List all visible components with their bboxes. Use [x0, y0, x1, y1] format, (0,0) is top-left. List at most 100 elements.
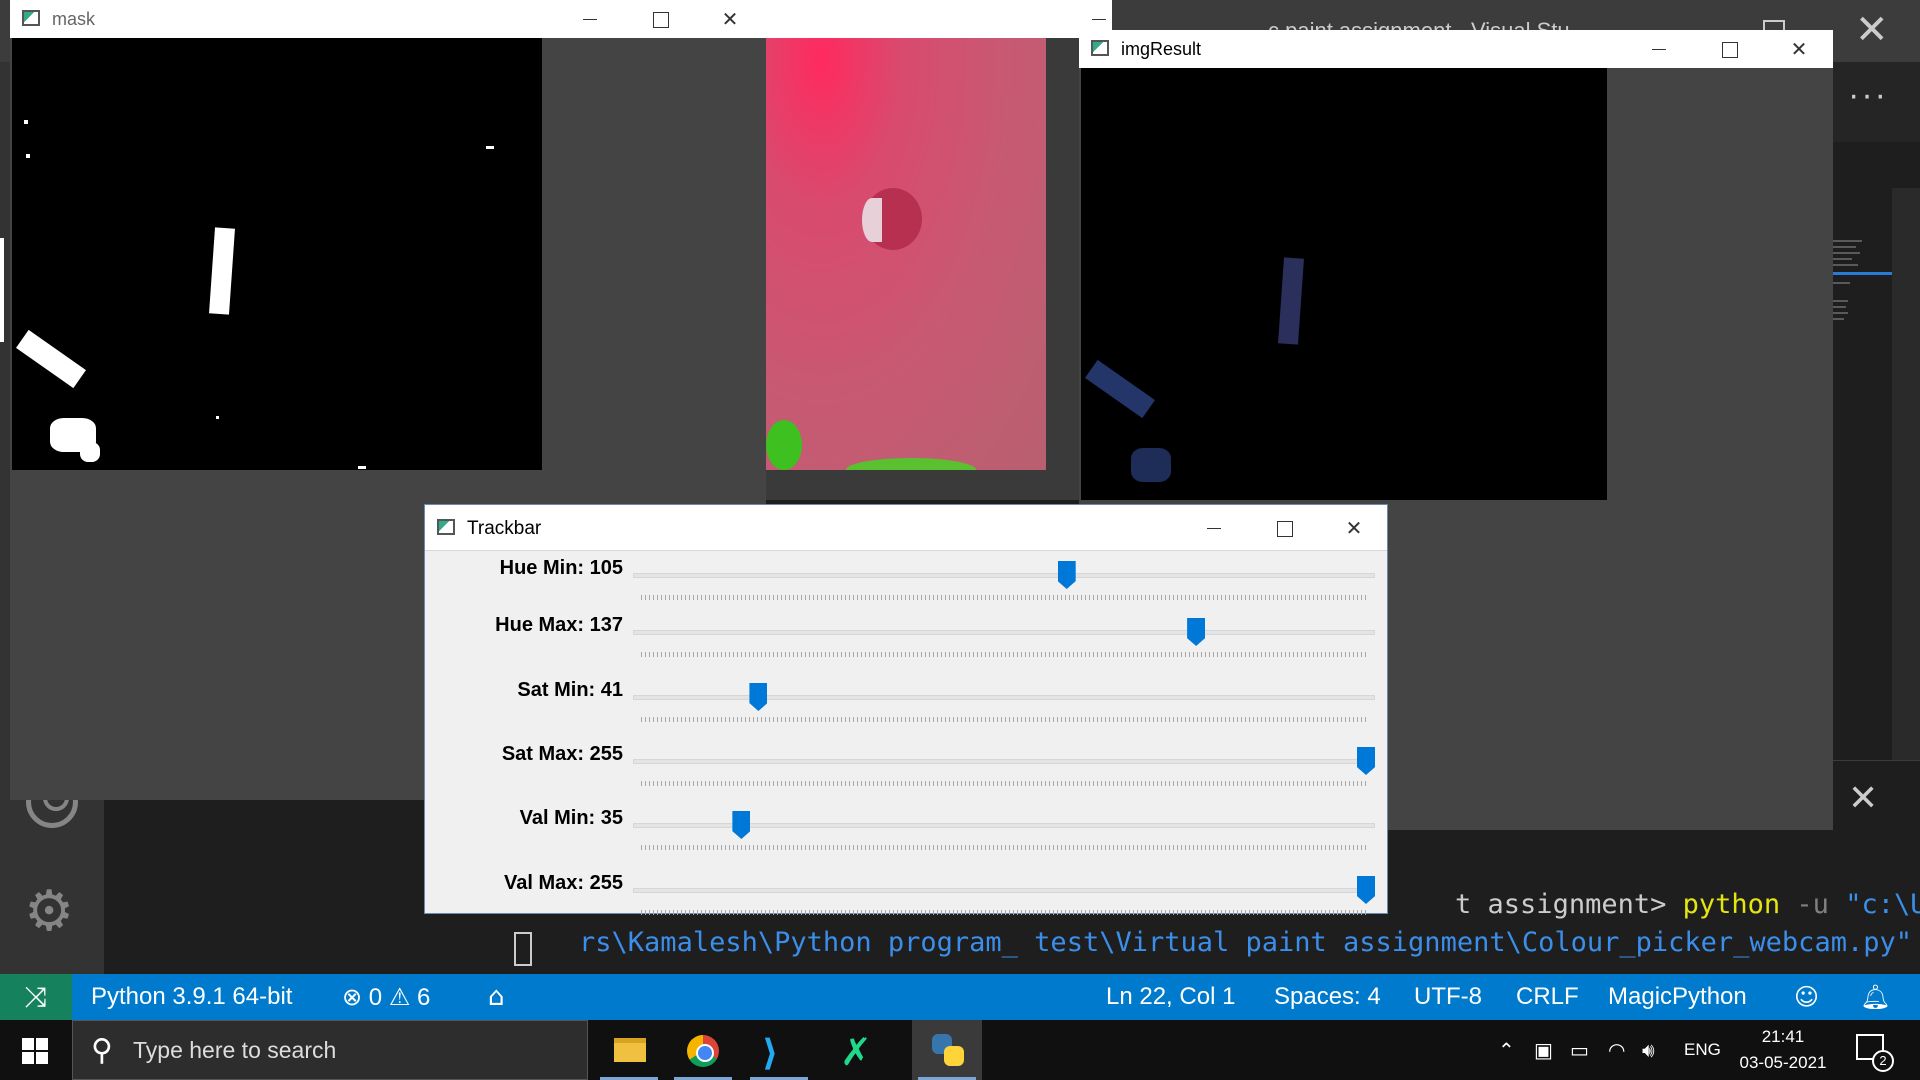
search-icon: ⚲	[91, 1033, 113, 1068]
clock[interactable]: 21:41 03-05-2021	[1728, 1024, 1838, 1076]
trackbar-thumb[interactable]	[749, 683, 768, 711]
close-icon[interactable]: ✕	[715, 4, 745, 34]
trackbar-ticks	[641, 595, 1367, 600]
status-bar: ⤨ Python 3.9.1 64-bit ⊗ 0 ⚠ 6 ⌂ Ln 22, C…	[0, 974, 1920, 1020]
camera-window[interactable]	[766, 0, 1112, 500]
trackbar-ticks	[641, 845, 1367, 850]
trackbar-thumb[interactable]	[1357, 747, 1375, 775]
trackbar-row: Val Max: 255	[425, 872, 1387, 936]
trackbar-titlebar[interactable]: Trackbar ✕	[425, 505, 1387, 551]
clock-date: 03-05-2021	[1739, 1053, 1827, 1072]
trackbar-row: Sat Min: 41	[425, 679, 1387, 743]
trackbar-row: Val Min: 35	[425, 807, 1387, 871]
close-icon[interactable]: ✕	[1855, 10, 1889, 50]
python-app[interactable]	[912, 1020, 982, 1080]
home-icon[interactable]: ⌂	[488, 974, 505, 1020]
folder-icon	[614, 1038, 646, 1062]
editor-actions: ···	[1832, 62, 1920, 142]
maximize-icon[interactable]	[1714, 34, 1744, 64]
warning-count: 6	[417, 984, 431, 1011]
minimize-icon[interactable]	[575, 4, 605, 34]
trackbar-slider[interactable]	[633, 759, 1375, 764]
trackbar-slider[interactable]	[633, 573, 1375, 578]
trackbar-ticks	[641, 781, 1367, 786]
trackbar-slider[interactable]	[633, 630, 1375, 635]
bell-icon[interactable]: 🔔︎	[1860, 974, 1890, 1020]
taskbar: ⚲ Type here to search ⟩ ✗ ⌃ ▣ ▭ ◠ 🔊︎ ENG…	[0, 1020, 1920, 1080]
trackbar-label: Sat Max: 255	[501, 743, 623, 765]
window-app-icon	[1091, 40, 1109, 56]
trackbar-thumb[interactable]	[1057, 561, 1076, 589]
window-title: mask	[52, 9, 96, 29]
result-titlebar[interactable]: imgResult ✕	[1079, 30, 1833, 68]
trackbar-slider[interactable]	[633, 888, 1375, 893]
minimize-icon[interactable]	[1199, 513, 1229, 543]
volume-icon[interactable]: 🔊︎	[1642, 1020, 1655, 1080]
camera-titlebar[interactable]	[766, 0, 1112, 38]
indentation[interactable]: Spaces: 4	[1274, 974, 1381, 1020]
chrome-app[interactable]	[668, 1020, 738, 1080]
panel-close-icon[interactable]: ✕	[1848, 778, 1878, 819]
trackbar-slider[interactable]	[633, 695, 1375, 700]
trackbar-window[interactable]: Trackbar ✕ Hue Min: 105 Hue Max: 137 Sat M…	[424, 504, 1388, 915]
trackbar-row: Hue Max: 137	[425, 614, 1387, 678]
taskbar-search[interactable]: ⚲ Type here to search	[72, 1020, 588, 1080]
python-interpreter[interactable]: Python 3.9.1 64-bit	[91, 974, 292, 1020]
chrome-icon	[687, 1035, 719, 1067]
trackbar-label: Hue Min: 105	[499, 557, 623, 579]
mask-image	[12, 38, 542, 470]
window-app-icon	[437, 519, 455, 535]
remote-icon[interactable]: ⤨	[0, 974, 72, 1020]
maximize-icon[interactable]	[645, 4, 675, 34]
trackbar-row: Sat Max: 255	[425, 743, 1387, 807]
language-indicator[interactable]: ENG	[1684, 1020, 1721, 1080]
editor-scrollbar[interactable]	[1892, 188, 1920, 762]
file-explorer-app[interactable]	[594, 1020, 664, 1080]
more-actions-icon[interactable]: ···	[1848, 76, 1888, 115]
close-icon[interactable]: ✕	[1339, 513, 1369, 543]
trackbar-ticks	[641, 652, 1367, 657]
meet-icon[interactable]: ▣	[1534, 1020, 1553, 1080]
trackbar-label: Sat Min: 41	[517, 679, 623, 701]
xcross-icon: ✗	[840, 1032, 872, 1074]
feedback-icon[interactable]: ☺	[1794, 974, 1819, 1020]
trackbar-row: Hue Min: 105	[425, 557, 1387, 621]
camera-image	[766, 38, 1046, 470]
window-title: Trackbar	[467, 518, 542, 539]
battery-icon[interactable]: ▭	[1570, 1020, 1589, 1080]
vscode-app[interactable]: ⟩	[744, 1020, 814, 1080]
trackbar-thumb[interactable]	[1187, 618, 1206, 646]
python-icon	[932, 1034, 964, 1066]
maximize-icon[interactable]	[1269, 513, 1299, 543]
window-app-icon	[22, 10, 40, 26]
pycharm-app[interactable]: ✗	[820, 1020, 890, 1080]
line-ending[interactable]: CRLF	[1516, 974, 1579, 1020]
active-indicator	[0, 238, 4, 342]
trackbar-thumb[interactable]	[1357, 876, 1375, 904]
trackbar-thumb[interactable]	[732, 811, 751, 839]
cursor-position[interactable]: Ln 22, Col 1	[1106, 974, 1235, 1020]
encoding[interactable]: UTF-8	[1414, 974, 1482, 1020]
terminal-cursor	[514, 932, 532, 966]
search-placeholder: Type here to search	[133, 1037, 337, 1063]
error-icon: ⊗	[342, 983, 363, 1011]
trackbar-ticks	[641, 910, 1367, 915]
language-mode[interactable]: MagicPython	[1608, 974, 1747, 1020]
windows-start-icon[interactable]	[22, 1038, 48, 1064]
error-count: 0	[368, 984, 383, 1011]
problems-indicator[interactable]: ⊗ 0 ⚠ 6	[342, 974, 430, 1020]
clock-time: 21:41	[1761, 1027, 1805, 1046]
mask-titlebar[interactable]: mask ✕	[10, 0, 766, 38]
vscode-icon: ⟩	[762, 1032, 779, 1073]
trackbar-label: Hue Max: 137	[495, 614, 623, 636]
window-title: imgResult	[1121, 39, 1202, 59]
wifi-icon[interactable]: ◠	[1608, 1020, 1625, 1080]
notification-badge: 2	[1872, 1050, 1894, 1072]
tray-chevron-icon[interactable]: ⌃	[1498, 1020, 1515, 1080]
close-icon[interactable]: ✕	[1784, 34, 1814, 64]
minimize-icon[interactable]	[1644, 34, 1674, 64]
gear-icon[interactable]: ⚙	[24, 884, 74, 940]
trackbar-label: Val Min: 35	[519, 807, 623, 829]
result-image	[1081, 68, 1607, 500]
warning-icon: ⚠	[388, 983, 411, 1011]
